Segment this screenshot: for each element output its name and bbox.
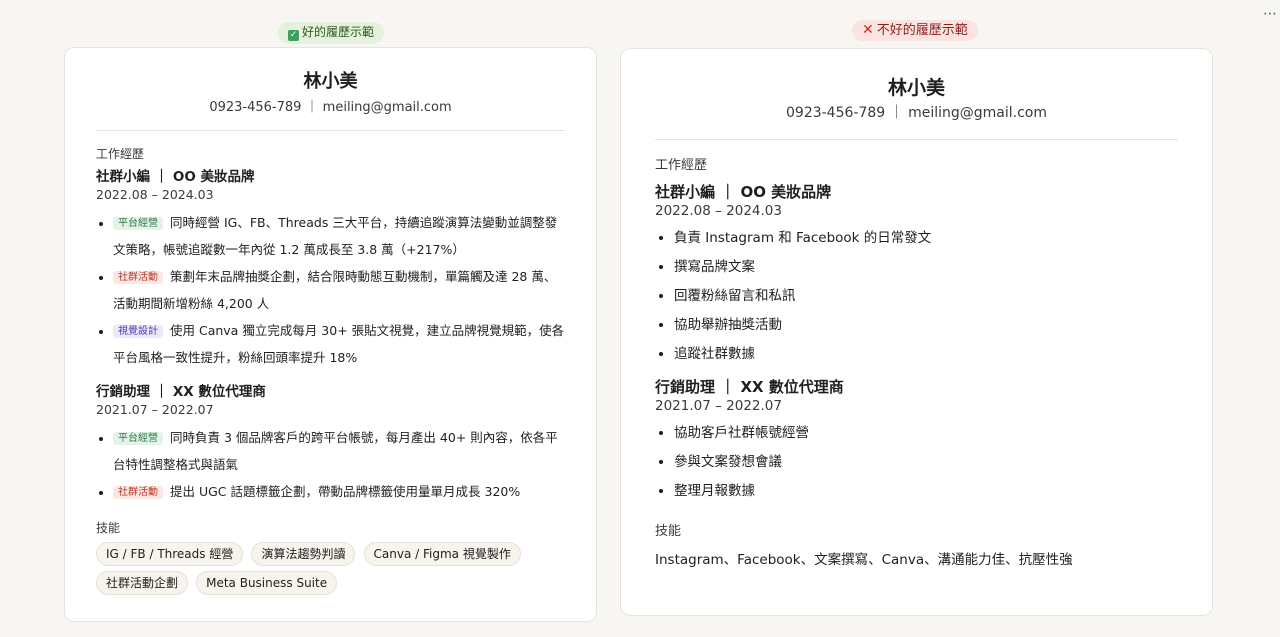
skill-chip: 演算法趨勢判讀 <box>251 542 356 566</box>
list-item: 平台經營同時經營 IG、FB、Threads 三大平台，持續追蹤演算法變動並調整… <box>113 209 565 263</box>
job-entry: 行銷助理 ｜ XX 數位代理商 2021.07 – 2022.07 平台經營同時… <box>96 383 565 505</box>
list-item: 追蹤社群數據 <box>674 340 1178 369</box>
list-item: 撰寫品牌文案 <box>674 253 1178 282</box>
divider <box>655 139 1178 140</box>
job-entry: 行銷助理 ｜ XX 數位代理商 2021.07 – 2022.07 協助客戶社群… <box>655 377 1178 506</box>
category-tag: 社群活動 <box>113 271 163 284</box>
bad-example-label: ✕ 不好的履歷示範 <box>852 20 978 41</box>
job-bullets: 負責 Instagram 和 Facebook 的日常發文 撰寫品牌文案 回覆粉… <box>655 224 1178 369</box>
list-item: 整理月報數據 <box>674 477 1178 506</box>
job-title: 行銷助理 ｜ XX 數位代理商 <box>655 378 844 396</box>
skill-chip: 社群活動企劃 <box>96 571 189 595</box>
check-icon: ✓ <box>288 30 299 41</box>
list-item: 協助客戶社群帳號經營 <box>674 419 1178 448</box>
job-bullets: 平台經營同時負責 3 個品牌客戶的跨平台帳號，每月產出 40+ 則內容，依各平台… <box>96 424 565 505</box>
work-section-title: 工作經歷 <box>96 147 145 161</box>
category-tag: 平台經營 <box>113 432 163 445</box>
list-item: 社群活動策劃年末品牌抽獎企劃，結合限時動態互動機制，單篇觸及達 28 萬、活動期… <box>113 263 565 317</box>
skill-chip: Canva / Figma 視覺製作 <box>363 542 521 566</box>
more-options-icon[interactable]: ⋯ <box>1263 6 1277 22</box>
resume-contact: 0923-456-789 ｜ meiling@gmail.com <box>209 100 452 115</box>
list-item: 協助舉辦抽獎活動 <box>674 311 1178 340</box>
job-bullets: 平台經營同時經營 IG、FB、Threads 三大平台，持續追蹤演算法變動並調整… <box>96 209 565 371</box>
bullet-text: 同時負責 3 個品牌客戶的跨平台帳號，每月產出 40+ 則內容，依各平台特性調整… <box>113 430 558 472</box>
bullet-text: 策劃年末品牌抽獎企劃，結合限時動態互動機制，單篇觸及達 28 萬、活動期間新增粉… <box>113 269 557 311</box>
job-title: 社群小編 ｜ OO 美妝品牌 <box>96 169 255 185</box>
good-example-label-text: 好的履歷示範 <box>302 25 375 39</box>
category-tag: 平台經營 <box>113 217 163 230</box>
job-entry: 社群小編 ｜ OO 美妝品牌 2022.08 – 2024.03 平台經營同時經… <box>96 168 565 371</box>
good-example-label: ✓ 好的履歷示範 <box>278 22 385 44</box>
bullet-text: 使用 Canva 獨立完成每月 30+ 張貼文視覺，建立品牌視覺規範，使各平台風… <box>113 323 565 365</box>
job-period: 2022.08 – 2024.03 <box>655 203 782 219</box>
category-tag: 視覺設計 <box>113 325 163 338</box>
skill-chips: IG / FB / Threads 經營 演算法趨勢判讀 Canva / Fig… <box>96 542 565 600</box>
job-title: 社群小編 ｜ OO 美妝品牌 <box>655 183 832 201</box>
divider <box>96 130 565 131</box>
resume-contact: 0923-456-789 ｜ meiling@gmail.com <box>786 105 1047 121</box>
skill-chip: Meta Business Suite <box>196 571 338 595</box>
bad-resume-card: 林小美 0923-456-789 ｜ meiling@gmail.com 工作經… <box>620 48 1213 616</box>
skills-section-title: 技能 <box>96 521 121 535</box>
bullet-text: 提出 UGC 話題標籤企劃，帶動品牌標籤使用量單月成長 320% <box>170 484 521 499</box>
list-item: 參與文案發想會議 <box>674 448 1178 477</box>
cross-icon: ✕ <box>862 22 874 38</box>
resume-name: 林小美 <box>887 77 945 99</box>
job-period: 2021.07 – 2022.07 <box>96 402 214 417</box>
job-title: 行銷助理 ｜ XX 數位代理商 <box>96 384 266 400</box>
job-bullets: 協助客戶社群帳號經營 參與文案發想會議 整理月報數據 <box>655 419 1178 506</box>
job-period: 2021.07 – 2022.07 <box>655 398 782 414</box>
list-item: 平台經營同時負責 3 個品牌客戶的跨平台帳號，每月產出 40+ 則內容，依各平台… <box>113 424 565 478</box>
skill-chip: IG / FB / Threads 經營 <box>96 542 244 566</box>
resume-name: 林小美 <box>303 71 358 92</box>
list-item: 社群活動提出 UGC 話題標籤企劃，帶動品牌標籤使用量單月成長 320% <box>113 478 565 505</box>
bad-example-label-text: 不好的履歷示範 <box>876 23 968 38</box>
list-item: 回覆粉絲留言和私訊 <box>674 282 1178 311</box>
list-item: 負責 Instagram 和 Facebook 的日常發文 <box>674 224 1178 253</box>
job-entry: 社群小編 ｜ OO 美妝品牌 2022.08 – 2024.03 負責 Inst… <box>655 182 1178 369</box>
list-item: 視覺設計使用 Canva 獨立完成每月 30+ 張貼文視覺，建立品牌視覺規範，使… <box>113 317 565 371</box>
job-period: 2022.08 – 2024.03 <box>96 187 214 202</box>
work-section-title: 工作經歷 <box>655 158 708 173</box>
category-tag: 社群活動 <box>113 486 163 499</box>
bullet-text: 同時經營 IG、FB、Threads 三大平台，持續追蹤演算法變動並調整發文策略… <box>113 215 558 257</box>
skills-text: Instagram、Facebook、文案撰寫、Canva、溝通能力佳、抗壓性強 <box>655 552 1073 568</box>
good-resume-card: 林小美 0923-456-789 ｜ meiling@gmail.com 工作經… <box>64 47 597 622</box>
skills-section-title: 技能 <box>655 524 682 539</box>
